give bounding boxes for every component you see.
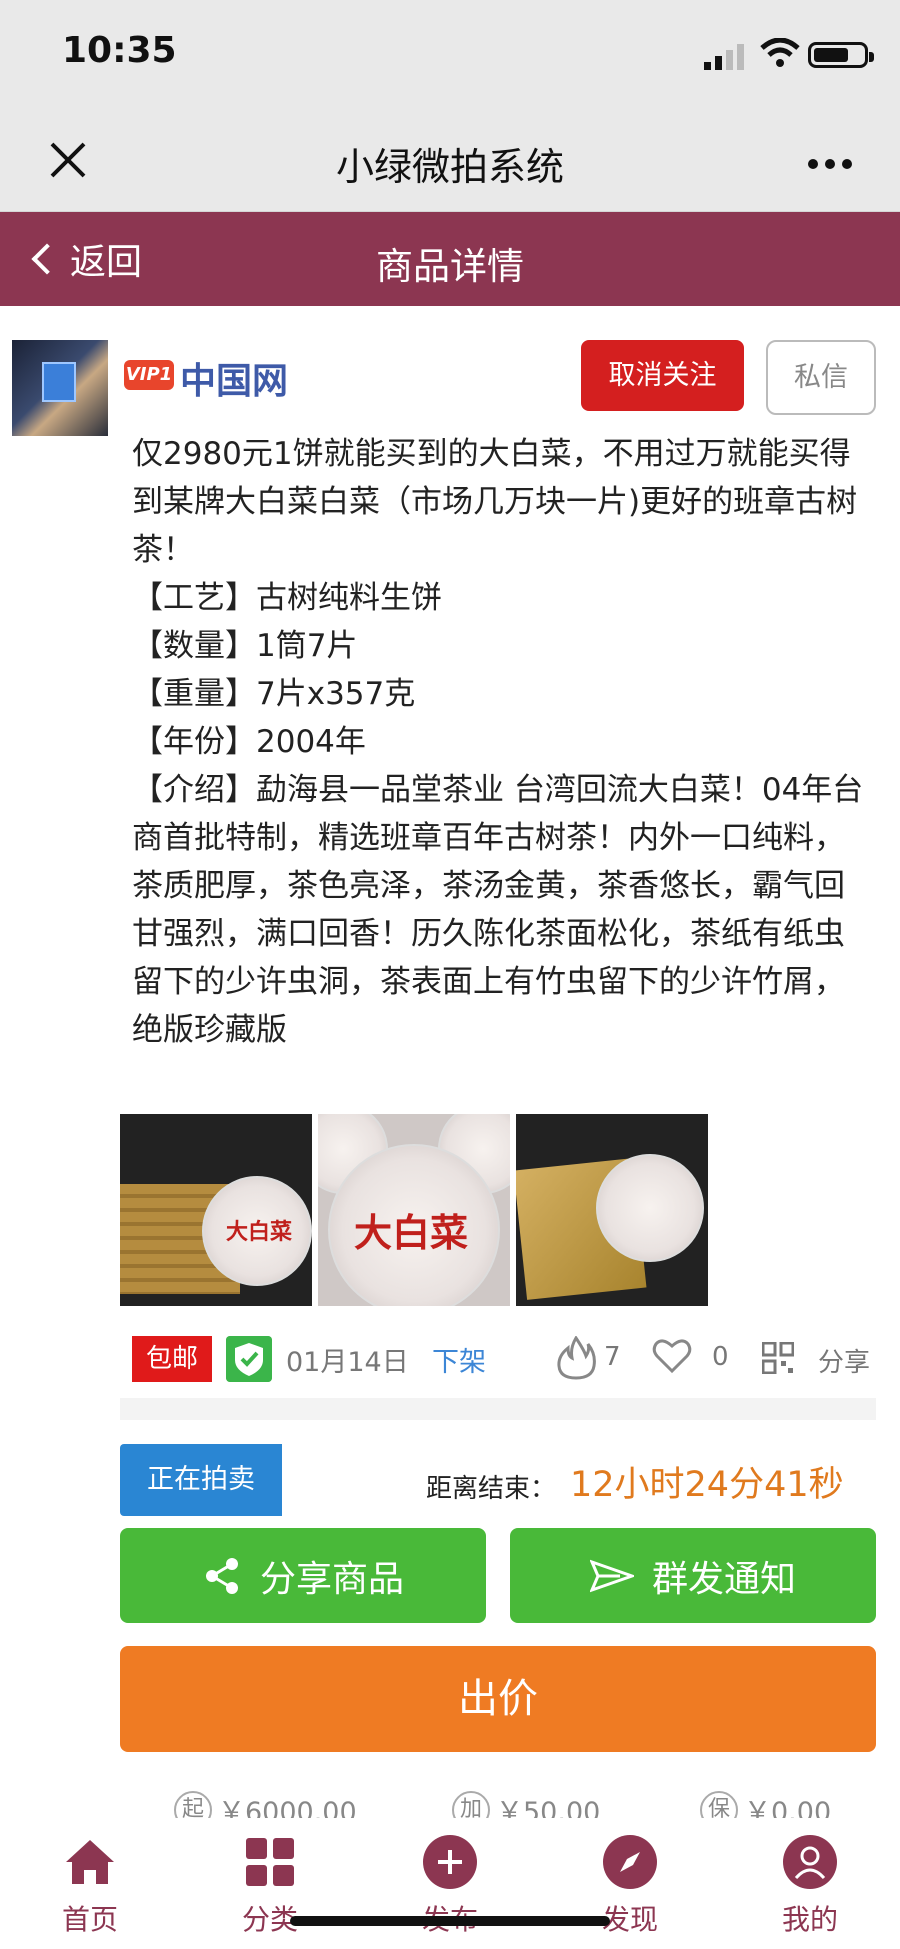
description-line: 【工艺】古树纯料生饼 <box>132 580 442 616</box>
private-message-button[interactable]: 私信 <box>766 340 876 415</box>
group-notify-button[interactable]: 群发通知 <box>510 1528 876 1623</box>
send-icon <box>589 1559 634 1592</box>
divider <box>120 1398 876 1420</box>
description-line: 仅2980元1饼就能买到的大白菜，不用过万就能买得到某牌大白菜白菜（市场几万块一… <box>132 436 858 568</box>
description-line: 【年份】2004年 <box>132 724 366 760</box>
wifi-icon <box>760 38 800 67</box>
share-goods-label: 分享商品 <box>259 1558 404 1600</box>
nav-mine[interactable]: 我的 <box>750 1834 870 1938</box>
countdown-timer: 12小时24分41秒 <box>570 1465 844 1505</box>
home-icon <box>66 1840 114 1884</box>
photo-gallery: 大白菜 大白菜 <box>120 1114 708 1306</box>
seller-name[interactable]: 中国网 <box>180 352 288 404</box>
status-time: 10:35 <box>62 30 177 71</box>
shield-check-icon <box>226 1336 272 1382</box>
seller-avatar[interactable] <box>12 340 108 436</box>
item-description: 仅2980元1饼就能买到的大白菜，不用过万就能买得到某牌大白菜白菜（市场几万块一… <box>132 430 872 1054</box>
item-photo[interactable]: 大白菜 <box>120 1114 312 1306</box>
unfollow-button[interactable]: 取消关注 <box>581 340 744 411</box>
plus-icon <box>423 1835 477 1889</box>
view-count: 7 <box>604 1342 621 1372</box>
share-goods-button[interactable]: 分享商品 <box>120 1528 486 1623</box>
description-line: 【介绍】勐海县一品堂茶业 台湾回流大白菜！04年台商首批特制，精选班章百年古树茶… <box>132 772 864 1048</box>
page-header: 返回 商品详情 <box>0 212 900 306</box>
description-line: 【重量】7片x357克 <box>132 676 416 712</box>
share-icon <box>205 1557 238 1594</box>
user-icon <box>783 1835 837 1889</box>
item-photo[interactable]: 大白菜 <box>318 1114 510 1306</box>
item-photo[interactable] <box>516 1114 708 1306</box>
more-icon[interactable] <box>808 154 859 173</box>
bid-button[interactable]: 出价 <box>120 1646 876 1752</box>
fire-icon <box>557 1336 596 1380</box>
home-indicator <box>290 1916 610 1926</box>
like-count: 0 <box>712 1342 729 1372</box>
grid-icon <box>246 1838 294 1886</box>
compass-icon <box>603 1835 657 1889</box>
nav-mine-label: 我的 <box>781 1903 838 1936</box>
signal-icon <box>704 44 744 70</box>
auction-status-badge: 正在拍卖 <box>120 1444 282 1516</box>
app-title: 小绿微拍系统 <box>335 145 564 189</box>
vip-badge: VIP1 <box>124 360 174 390</box>
status-bar: 10:35 <box>0 0 900 110</box>
post-date: 01月14日 <box>286 1347 409 1378</box>
countdown-label: 距离结束： <box>426 1474 557 1504</box>
takedown-link[interactable]: 下架 <box>432 1340 486 1379</box>
share-link[interactable]: 分享 <box>818 1342 870 1379</box>
free-shipping-badge: 包邮 <box>132 1336 212 1382</box>
bottom-nav: 首页 分类 发布 发现 <box>0 1818 900 1949</box>
nav-home[interactable]: 首页 <box>30 1834 150 1938</box>
page-title: 商品详情 <box>376 245 524 288</box>
heart-icon[interactable] <box>652 1338 692 1374</box>
group-notify-label: 群发通知 <box>651 1558 796 1600</box>
qr-code-icon[interactable] <box>762 1342 794 1374</box>
battery-icon <box>808 42 874 68</box>
nav-home-label: 首页 <box>61 1903 118 1936</box>
description-line: 【数量】1筒7片 <box>132 628 358 664</box>
wechat-title-bar: 小绿微拍系统 <box>0 110 900 212</box>
